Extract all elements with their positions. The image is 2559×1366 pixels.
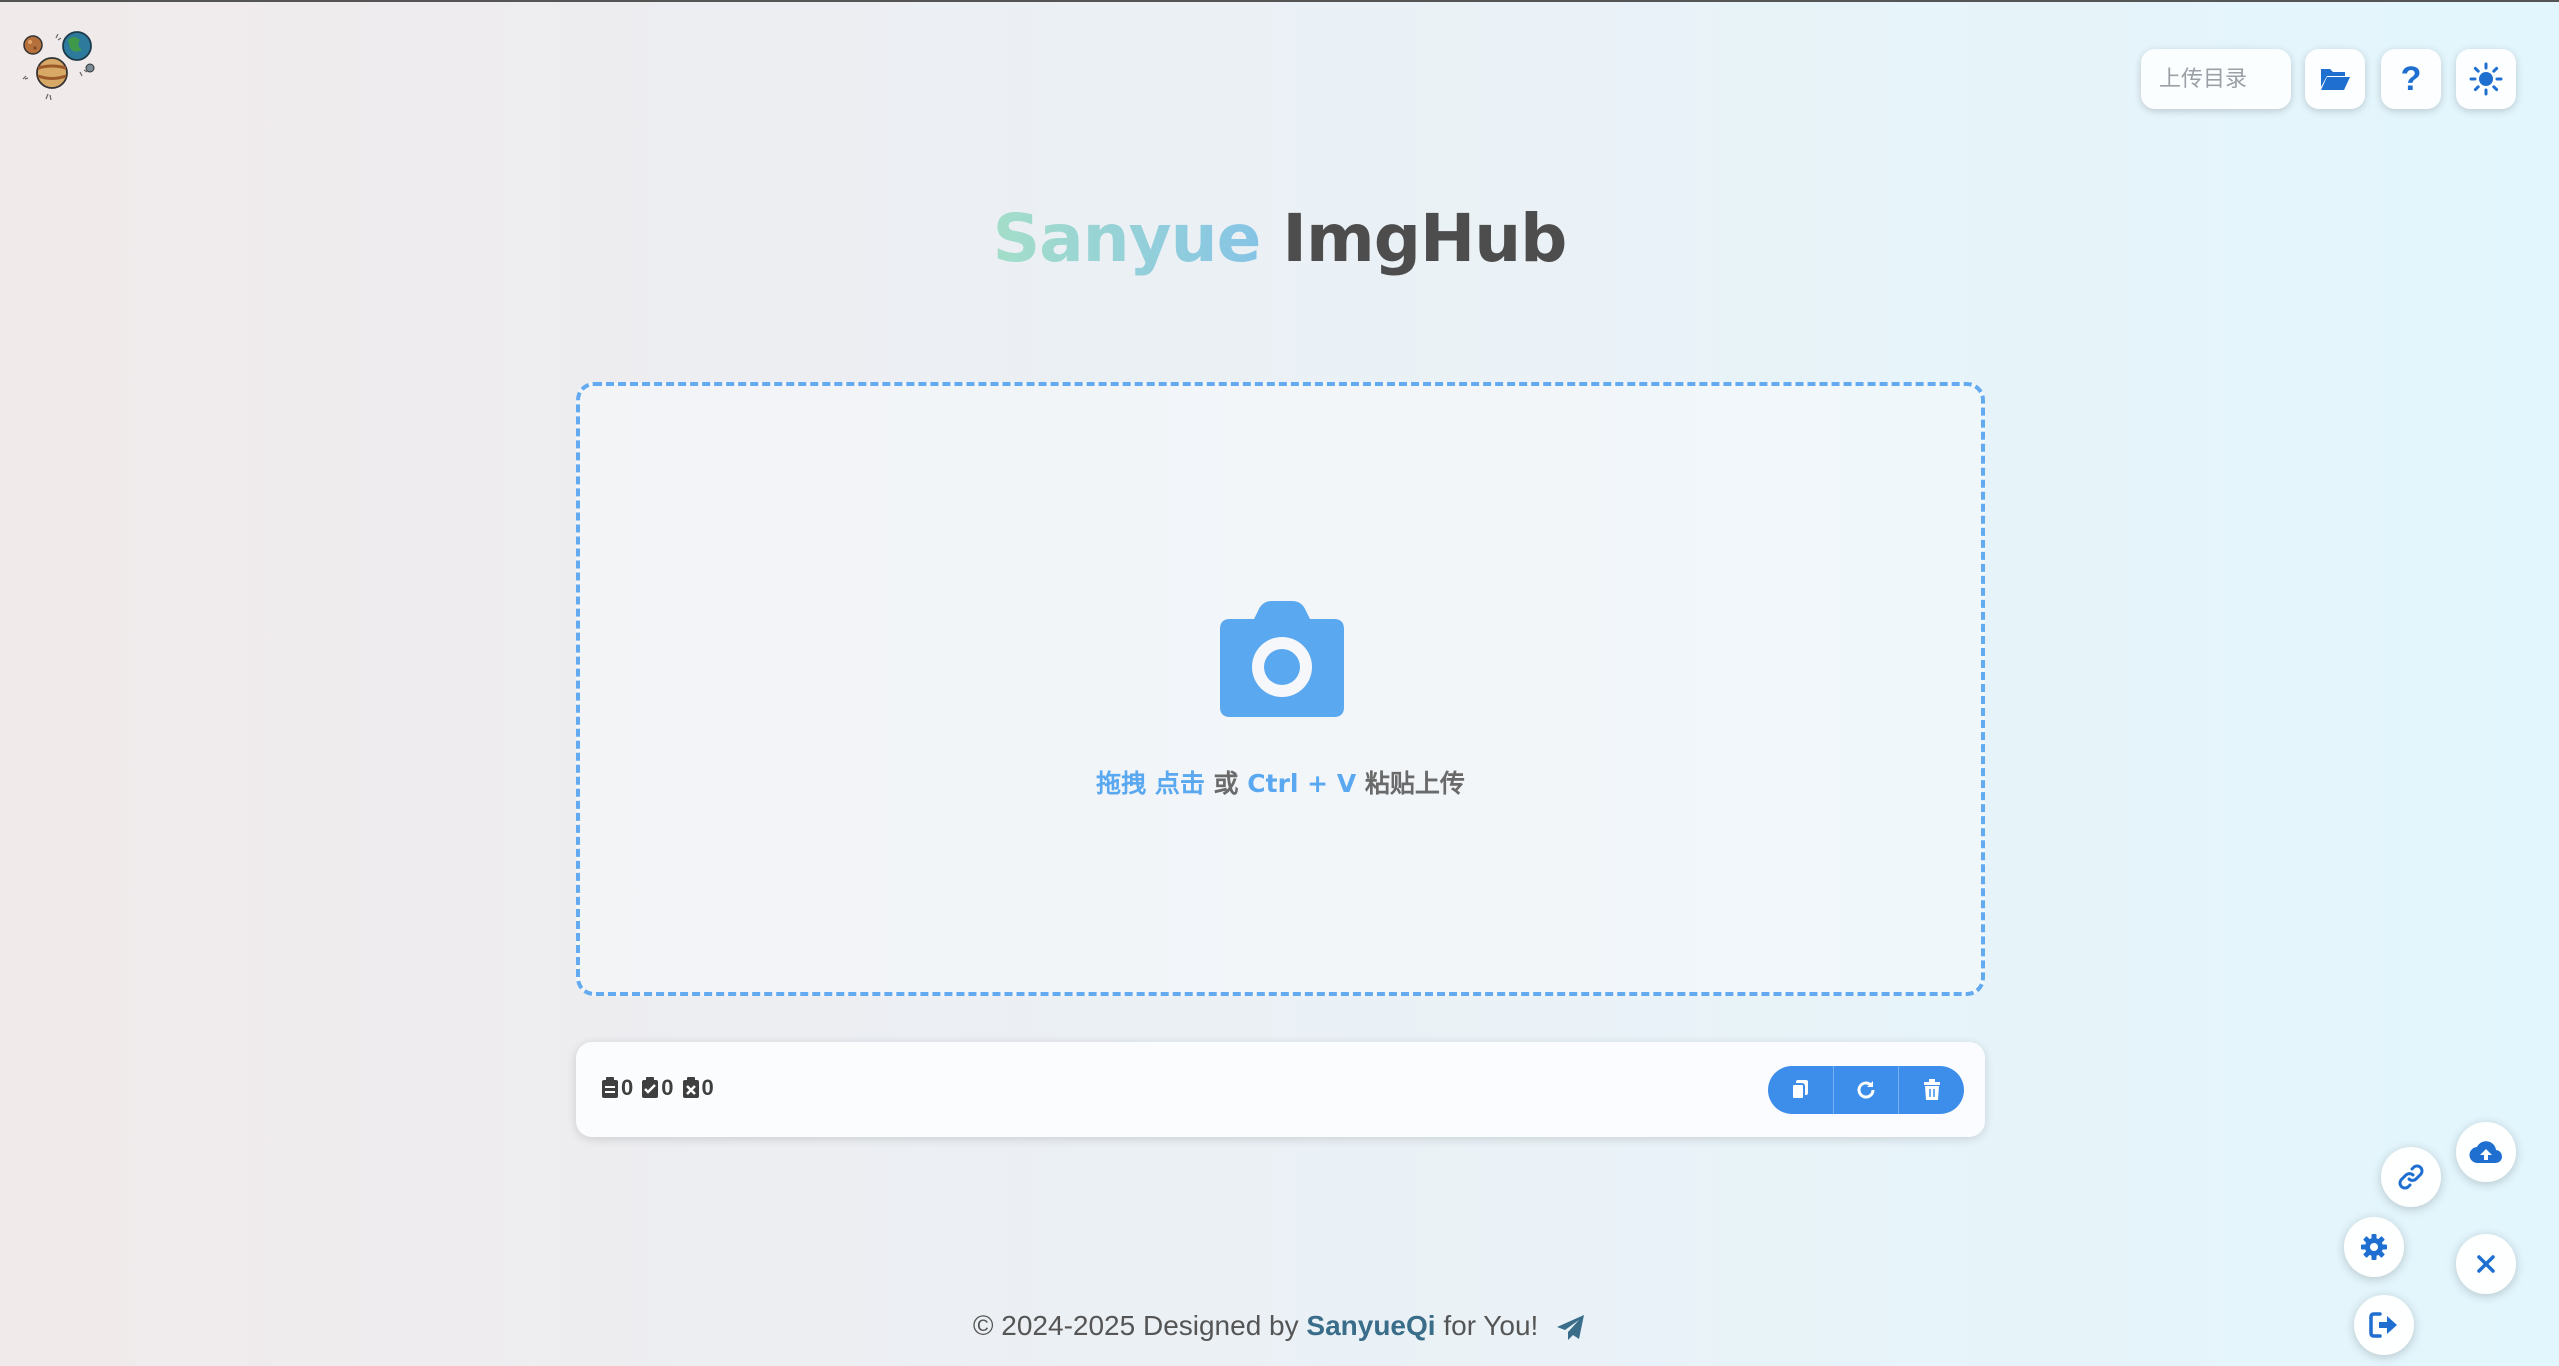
shortcut-label: Ctrl + V [1247,769,1357,798]
check-square-icon [642,1077,659,1098]
trash-icon [1923,1079,1940,1100]
folder-open-icon [2321,69,2350,90]
sun-icon [2469,62,2503,96]
x-square-icon [682,1077,699,1098]
title-imghub: ImgHub [1282,200,1567,277]
upload-dir-input[interactable] [2141,49,2291,109]
click-link[interactable]: 点击 [1155,769,1205,798]
cloud-upload-icon [2469,1141,2503,1164]
folder-button[interactable] [2305,49,2365,109]
settings-button[interactable] [2344,1217,2404,1277]
theme-toggle-button[interactable] [2456,49,2516,109]
gear-icon [2361,1234,2387,1260]
footer-suffix: for You! [1443,1310,1539,1341]
question-icon: ? [2400,59,2422,98]
success-count: 0 [641,1075,674,1101]
footer-prefix: © 2024-2025 Designed by [972,1310,1299,1341]
drag-label: 拖拽 [1096,769,1147,798]
link-icon [2398,1164,2424,1190]
total-count-value: 0 [621,1075,634,1100]
planets-logo[interactable] [20,28,104,104]
close-button[interactable] [2456,1234,2516,1294]
total-count: 0 [601,1075,633,1101]
retry-button[interactable] [1834,1066,1900,1114]
upload-dropzone[interactable]: 拖拽 点击 或 Ctrl + V 粘贴上传 [576,382,1985,996]
help-button[interactable]: ? [2381,49,2441,109]
title-sanyue: Sanyue [992,200,1262,277]
upload-counts: 0 0 0 [601,1075,714,1101]
copy-all-button[interactable] [1768,1066,1834,1114]
cloud-upload-button[interactable] [2456,1122,2516,1182]
footer: © 2024-2025 Designed by SanyueQi for You… [0,1310,2559,1342]
close-icon [2477,1255,2495,1273]
failed-count-value: 0 [701,1075,714,1100]
page-title: Sanyue ImgHub [0,200,2559,277]
clear-button[interactable] [1899,1066,1964,1114]
copy-icon [1791,1080,1809,1100]
dropzone-hint: 拖拽 点击 或 Ctrl + V 粘贴上传 [580,764,1981,800]
refresh-icon [1857,1081,1875,1099]
link-button[interactable] [2381,1147,2441,1207]
list-icon [602,1077,618,1098]
action-button-group [1768,1066,1964,1114]
footer-author-link[interactable]: SanyueQi [1306,1310,1435,1341]
success-count-value: 0 [661,1075,674,1100]
paste-upload-label: 粘贴上传 [1364,769,1465,798]
camera-icon [1220,601,1344,717]
or-label: 或 [1213,769,1239,798]
upload-status-bar: 0 0 0 [576,1042,1985,1137]
failed-count: 0 [682,1075,714,1101]
paper-plane-icon[interactable] [1556,1314,1586,1342]
